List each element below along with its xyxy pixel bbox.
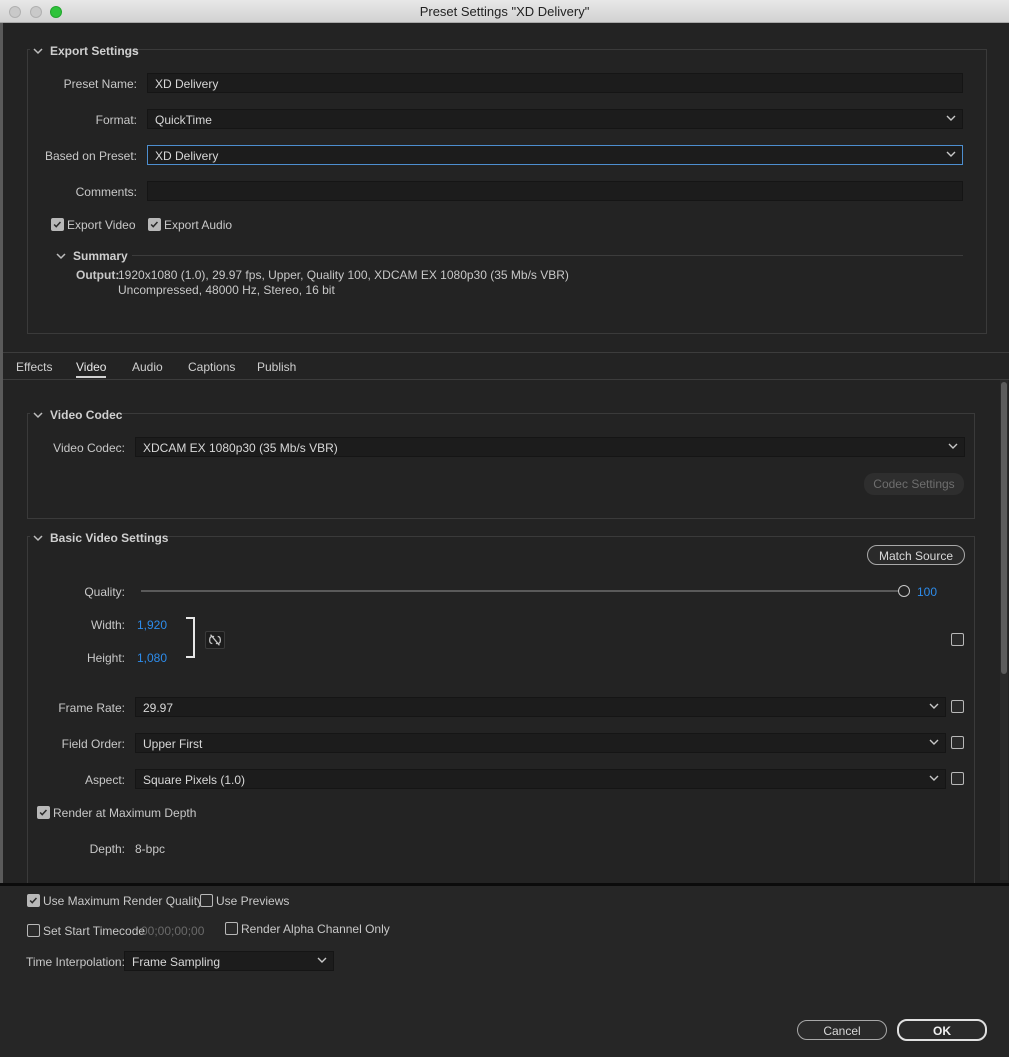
quality-slider[interactable] <box>141 590 905 592</box>
unlink-icon[interactable] <box>205 631 225 649</box>
format-label: Format: <box>95 113 137 127</box>
summary-title: Summary <box>73 249 128 263</box>
checkmark-icon <box>53 221 62 228</box>
max-render-quality-checkbox[interactable] <box>27 894 40 907</box>
match-source-button[interactable]: Match Source <box>867 545 965 565</box>
frame-rate-label: Frame Rate: <box>58 701 125 715</box>
chevron-down-icon <box>33 48 43 55</box>
tab-effects[interactable]: Effects <box>16 360 52 374</box>
chevron-down-icon <box>56 253 66 260</box>
based-on-preset-label: Based on Preset: <box>44 149 137 163</box>
tabs-bottom-divider <box>3 379 1009 380</box>
frame-rate-select[interactable]: 29.97 <box>135 697 946 717</box>
field-order-override-checkbox[interactable] <box>951 736 964 749</box>
use-previews-label: Use Previews <box>216 894 290 908</box>
export-audio-checkbox[interactable] <box>148 218 161 231</box>
timecode-value[interactable]: 00;00;00;00 <box>141 924 204 938</box>
tab-publish[interactable]: Publish <box>257 360 296 374</box>
preset-name-field[interactable]: XD Delivery <box>147 73 963 93</box>
export-video-label: Export Video <box>67 218 136 232</box>
based-on-preset-value: XD Delivery <box>155 149 219 163</box>
output-label: Output: <box>76 268 120 282</box>
height-label: Height: <box>86 651 125 665</box>
time-interpolation-value: Frame Sampling <box>132 955 221 969</box>
chevron-down-icon <box>33 412 43 419</box>
checkmark-icon <box>29 897 38 904</box>
broken-chain-icon <box>209 634 221 646</box>
depth-value: 8-bpc <box>135 842 166 856</box>
tab-captions[interactable]: Captions <box>188 360 235 374</box>
time-interpolation-label: Time Interpolation: <box>26 955 125 969</box>
export-audio-label: Export Audio <box>164 218 233 232</box>
set-start-timecode-checkbox[interactable] <box>27 924 40 937</box>
tab-video[interactable]: Video <box>76 360 107 378</box>
render-alpha-only-label: Render Alpha Channel Only <box>241 922 390 936</box>
chevron-down-icon <box>946 151 956 157</box>
set-start-timecode-label: Set Start Timecode <box>43 924 146 938</box>
chevron-down-icon <box>929 739 939 745</box>
tabs-top-divider <box>3 352 1009 353</box>
export-settings-title: Export Settings <box>50 44 139 58</box>
based-on-preset-select[interactable]: XD Delivery <box>147 145 963 165</box>
aspect-label: Aspect: <box>84 773 125 787</box>
basic-video-title: Basic Video Settings <box>50 531 169 545</box>
time-interpolation-select[interactable]: Frame Sampling <box>124 951 334 971</box>
quality-label: Quality: <box>84 585 125 599</box>
render-max-depth-checkbox[interactable] <box>37 806 50 819</box>
frame-rate-value: 29.97 <box>143 701 174 715</box>
video-codec-title: Video Codec <box>50 408 123 422</box>
format-value: QuickTime <box>155 113 212 127</box>
use-previews-checkbox[interactable] <box>200 894 213 907</box>
title-bar: Preset Settings "XD Delivery" <box>0 0 1009 23</box>
aspect-override-checkbox[interactable] <box>951 772 964 785</box>
render-alpha-only-checkbox[interactable] <box>225 922 238 935</box>
depth-label: Depth: <box>89 842 125 856</box>
video-codec-value: XDCAM EX 1080p30 (35 Mb/s VBR) <box>143 441 338 455</box>
field-order-label: Field Order: <box>61 737 125 751</box>
chevron-down-icon <box>929 775 939 781</box>
checkmark-icon <box>39 809 48 816</box>
tab-audio[interactable]: Audio <box>132 360 163 374</box>
format-select[interactable]: QuickTime <box>147 109 963 129</box>
dimensions-override-checkbox[interactable] <box>951 633 964 646</box>
chevron-down-icon <box>946 115 956 121</box>
quality-value[interactable]: 100 <box>917 585 937 599</box>
video-codec-panel <box>27 413 975 519</box>
quality-slider-thumb[interactable] <box>898 585 910 597</box>
export-video-checkbox[interactable] <box>51 218 64 231</box>
window-edge <box>0 23 3 883</box>
chevron-down-icon <box>317 957 327 963</box>
ok-button[interactable]: OK <box>897 1019 987 1041</box>
width-value[interactable]: 1,920 <box>137 618 167 632</box>
aspect-select[interactable]: Square Pixels (1.0) <box>135 769 946 789</box>
settings-scrollbar-thumb[interactable] <box>1001 382 1007 674</box>
aspect-value: Square Pixels (1.0) <box>143 773 246 787</box>
link-bracket <box>186 617 195 658</box>
output-line-1: 1920x1080 (1.0), 29.97 fps, Upper, Quali… <box>118 268 569 282</box>
chevron-down-icon <box>929 703 939 709</box>
max-render-quality-label: Use Maximum Render Quality <box>43 894 204 908</box>
comments-label: Comments: <box>75 185 137 199</box>
comments-field[interactable] <box>147 181 963 201</box>
field-order-select[interactable]: Upper First <box>135 733 946 753</box>
render-max-depth-label: Render at Maximum Depth <box>53 806 197 820</box>
field-order-value: Upper First <box>143 737 203 751</box>
output-line-2: Uncompressed, 48000 Hz, Stereo, 16 bit <box>118 283 335 297</box>
cancel-button[interactable]: Cancel <box>797 1020 887 1040</box>
video-codec-select[interactable]: XDCAM EX 1080p30 (35 Mb/s VBR) <box>135 437 965 457</box>
preset-name-label: Preset Name: <box>63 77 137 91</box>
video-codec-label: Video Codec: <box>53 441 125 455</box>
window-title: Preset Settings "XD Delivery" <box>419 4 590 19</box>
frame-rate-override-checkbox[interactable] <box>951 700 964 713</box>
chevron-down-icon <box>33 535 43 542</box>
chevron-down-icon <box>948 443 958 449</box>
height-value[interactable]: 1,080 <box>137 651 167 665</box>
summary-divider <box>132 255 963 256</box>
codec-settings-button[interactable]: Codec Settings <box>864 473 964 495</box>
checkmark-icon <box>150 221 159 228</box>
width-label: Width: <box>90 618 125 632</box>
